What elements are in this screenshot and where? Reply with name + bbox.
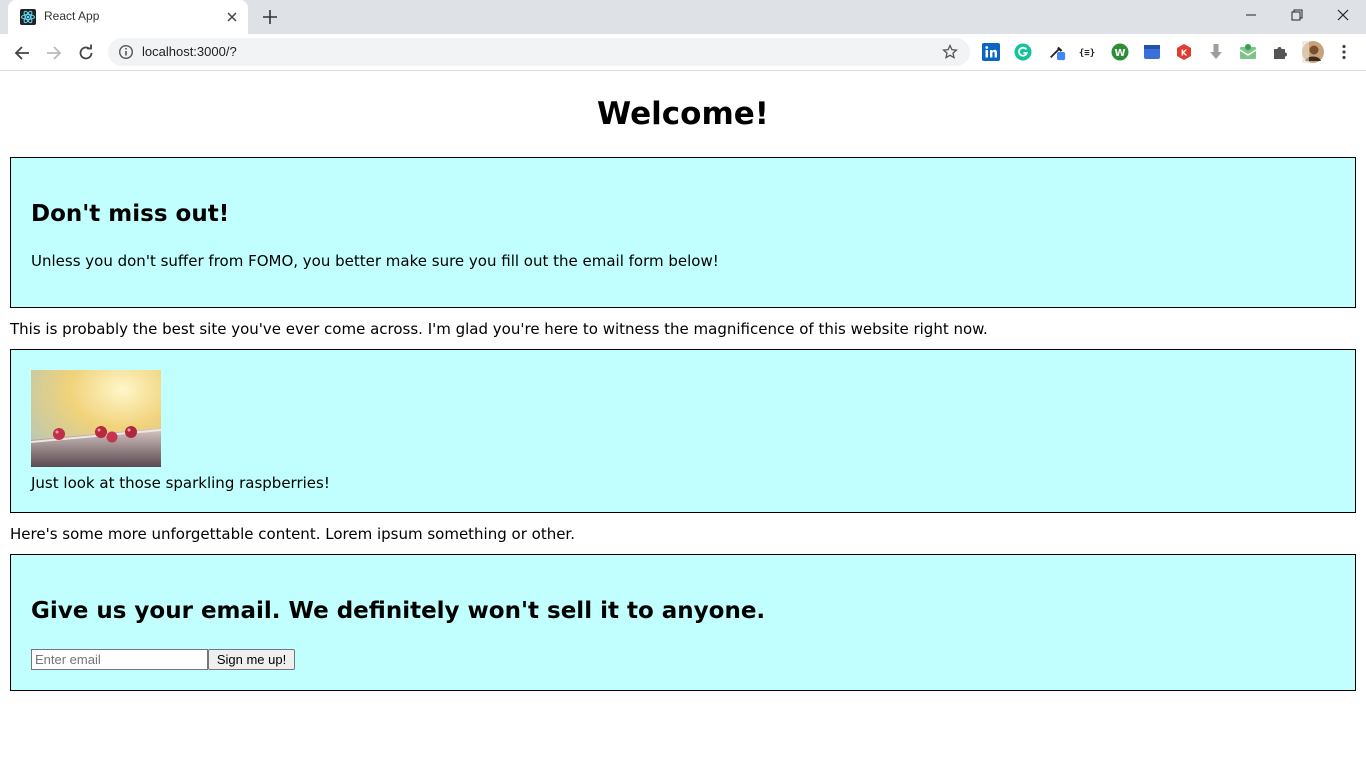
forward-icon[interactable] [42, 41, 66, 65]
wordpress-icon[interactable]: W [1111, 43, 1129, 61]
url-text[interactable]: localhost:3000/? [142, 44, 237, 59]
json-viewer-icon[interactable]: {≡} [1078, 43, 1096, 61]
sign-up-button[interactable]: Sign me up! [208, 649, 295, 670]
email-field[interactable] [31, 649, 208, 670]
image-caption: Just look at those sparkling raspberries… [31, 474, 330, 492]
back-icon[interactable] [10, 41, 34, 65]
svg-text:K: K [1181, 49, 1188, 58]
color-picker-icon[interactable] [1048, 43, 1066, 61]
address-bar[interactable]: localhost:3000/? [108, 38, 970, 66]
linkedin-icon[interactable] [982, 43, 1000, 61]
extensions-puzzle-icon[interactable] [1271, 43, 1289, 61]
fomo-text: Unless you don't suffer from FOMO, you b… [31, 252, 719, 270]
react-logo-icon [20, 9, 36, 25]
browser-tab[interactable]: React App [8, 0, 248, 34]
screen-capture-icon[interactable] [1143, 43, 1161, 61]
close-window-icon[interactable] [1320, 0, 1366, 30]
minimize-window-icon[interactable] [1228, 0, 1274, 30]
reload-icon[interactable] [74, 41, 98, 65]
svg-text:{≡}: {≡} [1079, 49, 1095, 59]
grammarly-icon[interactable] [1014, 43, 1032, 61]
svg-text:W: W [1114, 48, 1125, 59]
site-info-icon[interactable] [118, 44, 134, 60]
mail-icon[interactable] [1239, 43, 1257, 61]
browser-toolbar: localhost:3000/? {≡} W K [0, 34, 1366, 71]
fomo-card: Don't miss out! Unless you don't suffer … [10, 157, 1356, 308]
intro-text: This is probably the best site you've ev… [10, 320, 988, 338]
profile-avatar[interactable] [1302, 41, 1324, 63]
more-text: Here's some more unforgettable content. … [10, 525, 575, 543]
tab-close-icon[interactable] [224, 9, 240, 25]
email-card: Give us your email. We definitely won't … [10, 554, 1356, 691]
page-title: Welcome! [597, 96, 769, 132]
tab-title: React App [44, 9, 100, 23]
browser-tab-strip: React App [0, 0, 1366, 34]
image-card: Just look at those sparkling raspberries… [10, 349, 1356, 513]
raspberries-image [31, 370, 161, 467]
pdf-icon[interactable]: K [1175, 43, 1193, 61]
email-card-title: Give us your email. We definitely won't … [31, 598, 766, 624]
fomo-title: Don't miss out! [31, 201, 230, 227]
restore-window-icon[interactable] [1274, 0, 1320, 30]
menu-icon[interactable] [1335, 43, 1353, 61]
download-icon[interactable] [1207, 43, 1225, 61]
bookmark-star-icon[interactable] [942, 43, 958, 60]
new-tab-icon[interactable] [260, 7, 280, 27]
